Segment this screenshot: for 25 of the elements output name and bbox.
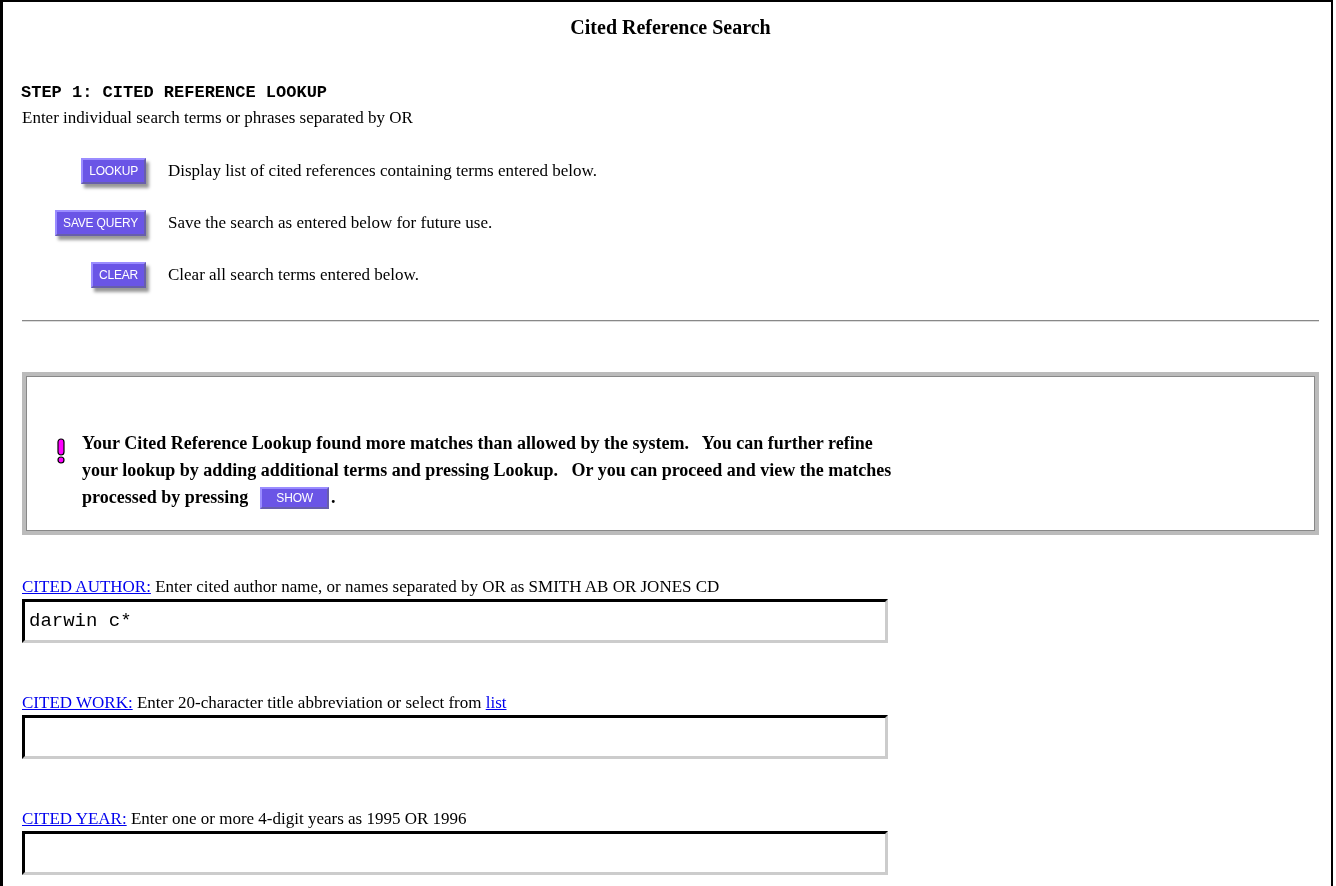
search-field[interactable]: darwin c* xyxy=(22,599,888,643)
field-hint: Enter one or more 4-digit years as 1995 OR 1996 xyxy=(130,809,467,828)
field-label-link[interactable]: CITED AUTHOR: xyxy=(22,577,151,596)
action-description: Save the search as entered below for future use. xyxy=(168,213,493,233)
step-instructions: Enter individual search terms or phrases separated by OR xyxy=(22,108,414,128)
field-hint: Enter 20-character title abbreviation or select from list xyxy=(136,693,507,712)
field-label-link[interactable]: CITED YEAR: xyxy=(22,809,127,828)
search-field[interactable] xyxy=(22,831,888,875)
action-description: Display list of cited references containing terms entered below. xyxy=(168,161,597,181)
action-description: Clear all search terms entered below. xyxy=(168,265,419,285)
field-label-link[interactable]: CITED WORK: xyxy=(22,693,133,712)
field-hint: Enter cited author name, or names separated by OR as SMITH AB OR JONES CD xyxy=(155,577,720,596)
action-button[interactable]: LOOKUP xyxy=(81,158,146,184)
step-heading: STEP 1: CITED REFERENCE LOOKUP xyxy=(21,83,329,102)
notice-period: . xyxy=(330,486,336,509)
notice-message-line: processed by pressing xyxy=(82,486,249,509)
show-button[interactable]: SHOW xyxy=(260,486,329,509)
search-field[interactable] xyxy=(22,715,888,759)
notice-message-line: your lookup by adding additional terms and pressing Lookup. Or you can proceed and view the matches xyxy=(82,459,892,482)
list-link[interactable]: list xyxy=(485,693,507,712)
page-title: Cited Reference Search xyxy=(569,16,772,39)
notice-message-line: Your Cited Reference Lookup found more matches than allowed by the system. You can further refine xyxy=(82,432,873,455)
exclamation-icon xyxy=(56,438,66,464)
action-button[interactable]: SAVE QUERY xyxy=(55,210,146,236)
action-button[interactable]: CLEAR xyxy=(91,262,146,288)
